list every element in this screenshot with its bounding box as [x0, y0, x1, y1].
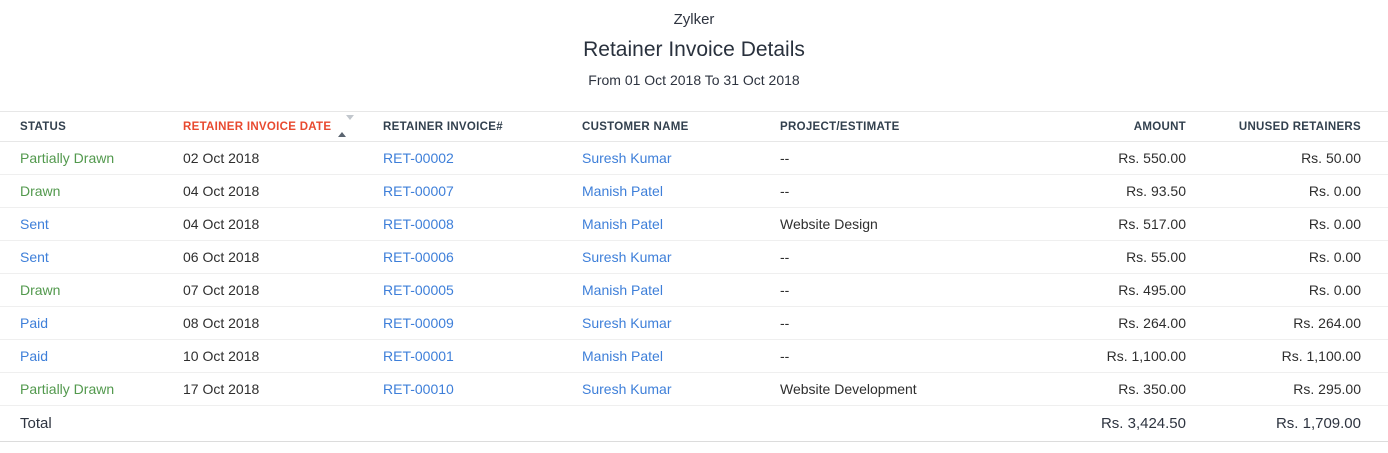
customer-name-link[interactable]: Manish Patel	[582, 216, 663, 232]
customer-name-link[interactable]: Suresh Kumar	[582, 381, 671, 397]
column-header-unused-retainers[interactable]: UNUSED RETAINERS	[1186, 112, 1388, 142]
amount-cell: Rs. 350.00	[1022, 373, 1186, 406]
invoice-date-cell: 17 Oct 2018	[183, 373, 383, 406]
retainer-invoice-link[interactable]: RET-00007	[383, 183, 454, 199]
column-header-retainer-invoice-date[interactable]: RETAINER INVOICE DATE	[183, 112, 383, 142]
column-header-project-estimate[interactable]: PROJECT/ESTIMATE	[780, 112, 1022, 142]
retainer-invoice-link[interactable]: RET-00002	[383, 150, 454, 166]
amount-cell: Rs. 264.00	[1022, 307, 1186, 340]
company-name: Zylker	[0, 11, 1388, 29]
table-header-row: STATUS RETAINER INVOICE DATE RETAINER IN…	[0, 112, 1388, 142]
table-row: Sent 06 Oct 2018 RET-00006 Suresh Kumar …	[0, 241, 1388, 274]
report-date-range: From 01 Oct 2018 To 31 Oct 2018	[0, 72, 1388, 89]
column-header-customer-name[interactable]: CUSTOMER NAME	[582, 112, 780, 142]
unused-retainers-cell: Rs. 0.00	[1186, 208, 1388, 241]
invoice-date-cell: 02 Oct 2018	[183, 142, 383, 175]
customer-name-link[interactable]: Manish Patel	[582, 183, 663, 199]
retainer-invoice-link[interactable]: RET-00006	[383, 249, 454, 265]
project-estimate-cell: --	[780, 274, 1022, 307]
invoice-date-cell: 04 Oct 2018	[183, 175, 383, 208]
status-label: Drawn	[20, 282, 60, 298]
status-label: Sent	[20, 216, 49, 232]
column-header-status[interactable]: STATUS	[0, 112, 183, 142]
total-amount: Rs. 3,424.50	[1022, 406, 1186, 442]
project-estimate-cell: --	[780, 142, 1022, 175]
retainer-invoice-link[interactable]: RET-00009	[383, 315, 454, 331]
table-row: Paid 08 Oct 2018 RET-00009 Suresh Kumar …	[0, 307, 1388, 340]
total-row: Total Rs. 3,424.50 Rs. 1,709.00	[0, 406, 1388, 442]
retainer-invoice-link[interactable]: RET-00005	[383, 282, 454, 298]
amount-cell: Rs. 1,100.00	[1022, 340, 1186, 373]
amount-cell: Rs. 517.00	[1022, 208, 1186, 241]
unused-retainers-cell: Rs. 0.00	[1186, 274, 1388, 307]
table-row: Sent 04 Oct 2018 RET-00008 Manish Patel …	[0, 208, 1388, 241]
total-label: Total	[0, 406, 183, 442]
customer-name-link[interactable]: Suresh Kumar	[582, 249, 671, 265]
total-unused-retainers: Rs. 1,709.00	[1186, 406, 1388, 442]
invoice-date-cell: 04 Oct 2018	[183, 208, 383, 241]
customer-name-link[interactable]: Manish Patel	[582, 282, 663, 298]
retainer-invoice-link[interactable]: RET-00008	[383, 216, 454, 232]
project-estimate-cell: --	[780, 340, 1022, 373]
project-estimate-cell: Website Development	[780, 373, 1022, 406]
unused-retainers-cell: Rs. 295.00	[1186, 373, 1388, 406]
project-estimate-cell: --	[780, 307, 1022, 340]
report-header: Zylker Retainer Invoice Details From 01 …	[0, 0, 1388, 89]
unused-retainers-cell: Rs. 264.00	[1186, 307, 1388, 340]
invoice-date-cell: 07 Oct 2018	[183, 274, 383, 307]
invoice-date-cell: 06 Oct 2018	[183, 241, 383, 274]
table-row: Partially Drawn 17 Oct 2018 RET-00010 Su…	[0, 373, 1388, 406]
status-label: Paid	[20, 348, 48, 364]
project-estimate-cell: --	[780, 175, 1022, 208]
status-label: Partially Drawn	[20, 381, 114, 397]
amount-cell: Rs. 495.00	[1022, 274, 1186, 307]
invoice-date-cell: 10 Oct 2018	[183, 340, 383, 373]
retainer-invoice-link[interactable]: RET-00010	[383, 381, 454, 397]
project-estimate-cell: Website Design	[780, 208, 1022, 241]
retainer-invoice-link[interactable]: RET-00001	[383, 348, 454, 364]
unused-retainers-cell: Rs. 0.00	[1186, 241, 1388, 274]
report-title: Retainer Invoice Details	[0, 37, 1388, 63]
unused-retainers-cell: Rs. 1,100.00	[1186, 340, 1388, 373]
unused-retainers-cell: Rs. 50.00	[1186, 142, 1388, 175]
table-row: Drawn 07 Oct 2018 RET-00005 Manish Patel…	[0, 274, 1388, 307]
invoice-date-cell: 08 Oct 2018	[183, 307, 383, 340]
table-row: Partially Drawn 02 Oct 2018 RET-00002 Su…	[0, 142, 1388, 175]
sort-ascending-icon	[338, 120, 354, 132]
customer-name-link[interactable]: Suresh Kumar	[582, 150, 671, 166]
retainer-invoice-table: STATUS RETAINER INVOICE DATE RETAINER IN…	[0, 111, 1388, 442]
amount-cell: Rs. 550.00	[1022, 142, 1186, 175]
status-label: Paid	[20, 315, 48, 331]
customer-name-link[interactable]: Suresh Kumar	[582, 315, 671, 331]
amount-cell: Rs. 55.00	[1022, 241, 1186, 274]
column-header-retainer-invoice-number[interactable]: RETAINER INVOICE#	[383, 112, 582, 142]
status-label: Partially Drawn	[20, 150, 114, 166]
status-label: Drawn	[20, 183, 60, 199]
column-header-amount[interactable]: AMOUNT	[1022, 112, 1186, 142]
customer-name-link[interactable]: Manish Patel	[582, 348, 663, 364]
table-row: Paid 10 Oct 2018 RET-00001 Manish Patel …	[0, 340, 1388, 373]
table-row: Drawn 04 Oct 2018 RET-00007 Manish Patel…	[0, 175, 1388, 208]
status-label: Sent	[20, 249, 49, 265]
unused-retainers-cell: Rs. 0.00	[1186, 175, 1388, 208]
project-estimate-cell: --	[780, 241, 1022, 274]
amount-cell: Rs. 93.50	[1022, 175, 1186, 208]
